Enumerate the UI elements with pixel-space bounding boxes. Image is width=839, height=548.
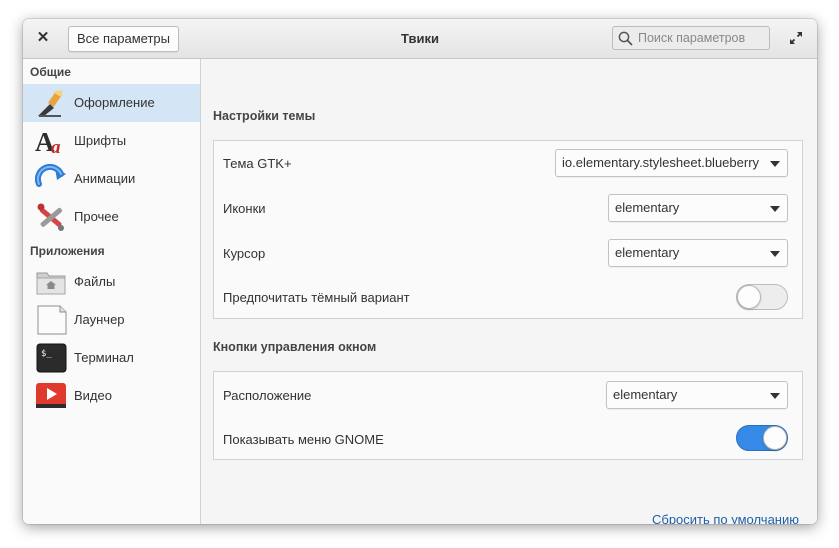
sidebar-item-files[interactable]: Файлы: [23, 263, 200, 301]
gtk-theme-dropdown[interactable]: io.elementary.stylesheet.blueberry: [555, 149, 788, 177]
icons-label: Иконки: [223, 201, 266, 216]
search-input[interactable]: [638, 28, 766, 48]
sidebar-item-video[interactable]: Видео: [23, 377, 200, 415]
search-icon: [618, 31, 633, 46]
all-settings-button[interactable]: Все параметры: [68, 26, 180, 52]
gnome-menu-label: Показывать меню GNOME: [223, 432, 384, 447]
reset-defaults-link[interactable]: Сбросить по умолчанию: [652, 512, 799, 524]
sidebar-item-terminal[interactable]: $_ Терминал: [23, 339, 200, 377]
folder-home-icon: [36, 272, 66, 295]
appearance-brush-icon: [38, 90, 63, 117]
chevron-down-icon: [770, 393, 780, 399]
theme-settings-heading: Настройки темы: [213, 109, 316, 123]
dark-variant-label: Предпочитать тёмный вариант: [223, 290, 410, 305]
fonts-icon: A a: [35, 127, 61, 156]
maximize-button[interactable]: [788, 30, 804, 46]
gtk-theme-value: io.elementary.stylesheet.blueberry: [562, 155, 760, 170]
layout-label: Расположение: [223, 388, 312, 403]
svg-text:a: a: [51, 137, 61, 156]
sidebar-section-apps: Приложения: [30, 244, 105, 258]
sidebar-item-animations[interactable]: Анимации: [23, 160, 200, 198]
sidebar-item-label: Шрифты: [74, 133, 127, 148]
switch-knob: [763, 426, 787, 450]
icons-dropdown[interactable]: elementary: [608, 194, 788, 222]
sidebar-section-general: Общие: [30, 65, 71, 79]
sidebar-item-appearance[interactable]: Оформление: [23, 84, 200, 122]
cursor-dropdown[interactable]: elementary: [608, 239, 788, 267]
close-button[interactable]: ✕: [35, 30, 51, 46]
switch-knob: [737, 285, 761, 309]
tweaks-window: ✕ Все параметры Твики Общие: [23, 19, 817, 524]
video-icon: [36, 383, 66, 408]
expand-icon: [790, 32, 802, 44]
chevron-down-icon: [770, 161, 780, 167]
sidebar-item-fonts[interactable]: A a Шрифты: [23, 122, 200, 160]
layout-dropdown[interactable]: elementary: [606, 381, 788, 409]
sidebar: Общие Оформление A a Шрифты Анимации Про…: [23, 59, 201, 524]
animations-icon: [35, 164, 66, 187]
window-controls-heading: Кнопки управления окном: [213, 340, 377, 354]
sidebar-item-label: Терминал: [74, 350, 134, 365]
misc-tools-icon: [37, 203, 64, 231]
search-field[interactable]: [612, 26, 770, 50]
gtk-theme-label: Тема GTK+: [223, 156, 292, 171]
sidebar-item-label: Прочее: [74, 209, 119, 224]
chevron-down-icon: [770, 206, 780, 212]
settings-panel: Настройки темы Тема GTK+ io.elementary.s…: [201, 59, 817, 524]
cursor-label: Курсор: [223, 246, 266, 261]
sidebar-item-label: Оформление: [74, 95, 155, 110]
sidebar-item-launcher[interactable]: Лаунчер: [23, 301, 200, 339]
cursor-value: elementary: [615, 245, 680, 260]
icons-value: elementary: [615, 200, 680, 215]
terminal-icon: $_: [36, 343, 67, 373]
header-bar: ✕ Все параметры Твики: [23, 19, 817, 59]
theme-settings-frame: Тема GTK+ io.elementary.stylesheet.blueb…: [213, 140, 803, 319]
sidebar-item-label: Лаунчер: [74, 312, 125, 327]
window-controls-frame: Расположение elementary Показывать меню …: [213, 371, 803, 460]
chevron-down-icon: [770, 251, 780, 257]
gnome-menu-switch[interactable]: [736, 425, 788, 451]
close-icon: ✕: [36, 29, 50, 46]
layout-value: elementary: [613, 387, 678, 402]
launcher-icon: [37, 305, 67, 335]
sidebar-item-label: Файлы: [74, 274, 116, 289]
sidebar-item-misc[interactable]: Прочее: [23, 198, 200, 236]
sidebar-item-label: Видео: [74, 388, 112, 403]
dark-variant-switch[interactable]: [736, 284, 788, 310]
sidebar-item-label: Анимации: [74, 171, 136, 186]
svg-text:$_: $_: [41, 349, 52, 359]
